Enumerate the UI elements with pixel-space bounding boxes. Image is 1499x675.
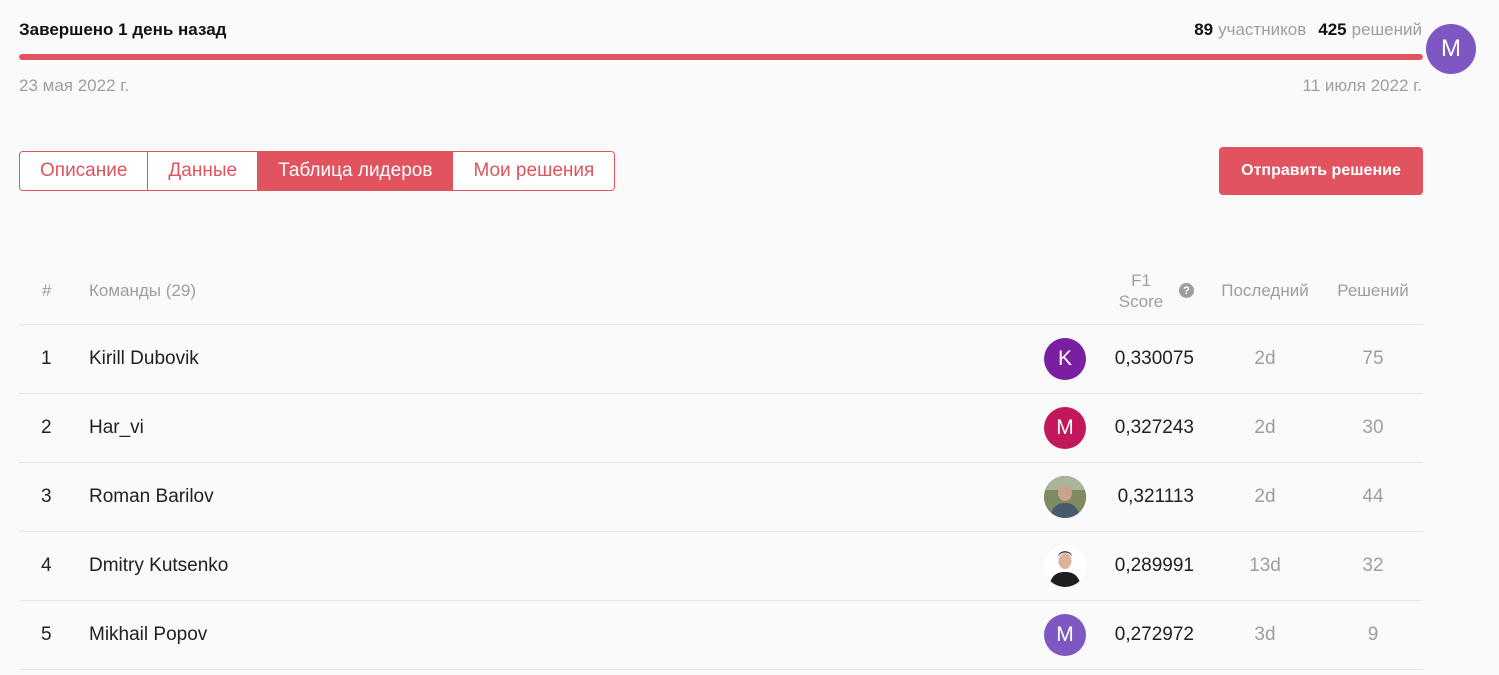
row-rank: 4 (41, 555, 52, 576)
row-avatar-cell: M (1044, 601, 1086, 669)
row-team-name[interactable]: Roman Barilov (89, 463, 214, 531)
photo-avatar-icon (1044, 545, 1086, 587)
row-score: 0,321113 (1117, 486, 1194, 507)
row-rank: 3 (41, 486, 52, 507)
row-score: 0,272972 (1114, 624, 1194, 645)
row-team-name[interactable]: Kirill Dubovik (89, 325, 199, 393)
row-score: 0,289991 (1114, 555, 1194, 576)
row-avatar-cell: M (1044, 394, 1086, 462)
row-score: 0,330075 (1114, 348, 1194, 369)
leaderboard-rows: 1 Kirill Dubovik K 0,330075 2d 75 2 Har_… (19, 325, 1423, 670)
avatar[interactable] (1044, 476, 1086, 518)
column-submissions[interactable]: Решений (1323, 258, 1423, 324)
row-submissions: 32 (1362, 555, 1384, 576)
leaderboard-header: # Команды (29) F1 Score ? Последний Реше… (19, 258, 1423, 325)
column-last[interactable]: Последний (1215, 258, 1315, 324)
column-score-line1: F1 (1131, 271, 1151, 290)
table-row[interactable]: 3 Roman Barilov 0,321113 2d 44 (19, 463, 1423, 532)
question-circle-icon[interactable]: ? (1179, 283, 1194, 298)
row-team-name[interactable]: Har_vi (89, 394, 144, 462)
solutions-label: решений (1351, 20, 1422, 39)
leaderboard-table: # Команды (29) F1 Score ? Последний Реше… (19, 258, 1423, 670)
row-rank: 1 (41, 348, 52, 369)
competition-page: Завершено 1 день назад 89 участников 425 р… (0, 0, 1499, 675)
column-score-line2: Score (1118, 292, 1164, 311)
participants-count: 89 (1194, 20, 1214, 39)
row-score: 0,327243 (1114, 417, 1194, 438)
row-last: 2d (1254, 417, 1276, 438)
table-row[interactable]: 4 Dmitry Kutsenko 0,289991 13d 32 (19, 532, 1423, 601)
tab-data[interactable]: Данные (148, 152, 259, 190)
row-avatar-cell: K (1044, 325, 1086, 393)
user-avatar[interactable]: M (1426, 24, 1476, 74)
competition-status: Завершено 1 день назад (19, 20, 227, 39)
end-date: 11 июля 2022 г. (1302, 76, 1422, 95)
timeline-progress-fill (19, 54, 1423, 60)
submit-solution-button[interactable]: Отправить решение (1219, 147, 1423, 195)
start-date: 23 мая 2022 г. (19, 76, 130, 95)
participants-stat: 89 участников (1194, 20, 1306, 40)
competition-tabs: Описание Данные Таблица лидеров Мои реше… (19, 151, 616, 191)
tab-description[interactable]: Описание (20, 152, 149, 190)
column-rank: # (42, 281, 52, 300)
row-last: 3d (1254, 624, 1276, 645)
row-rank: 5 (41, 624, 52, 645)
row-avatar-cell (1044, 532, 1086, 600)
solutions-count: 425 (1318, 20, 1347, 39)
row-submissions: 9 (1367, 624, 1379, 645)
avatar[interactable] (1044, 545, 1086, 587)
row-team-name[interactable]: Mikhail Popov (89, 601, 207, 669)
row-last: 2d (1254, 486, 1276, 507)
tab-leaderboard[interactable]: Таблица лидеров (258, 152, 454, 190)
column-score[interactable]: F1 Score (1111, 258, 1171, 324)
column-teams[interactable]: Команды (29) (89, 258, 196, 324)
row-avatar-cell (1044, 463, 1086, 531)
solutions-stat: 425 решений (1318, 20, 1422, 40)
avatar[interactable]: K (1044, 338, 1086, 380)
participants-label: участников (1218, 20, 1307, 39)
row-last: 2d (1254, 348, 1276, 369)
tab-my-solutions[interactable]: Мои решения (453, 152, 615, 190)
row-submissions: 44 (1362, 486, 1384, 507)
timeline-progress-bar (19, 54, 1423, 60)
competition-stats: 89 участников 425 решений (1194, 20, 1422, 40)
table-row[interactable]: 2 Har_vi M 0,327243 2d 30 (19, 394, 1423, 463)
table-row[interactable]: 1 Kirill Dubovik K 0,330075 2d 75 (19, 325, 1423, 394)
avatar[interactable]: M (1044, 614, 1086, 656)
row-rank: 2 (41, 417, 52, 438)
row-last: 13d (1249, 555, 1281, 576)
photo-avatar-icon (1044, 476, 1086, 518)
avatar[interactable]: M (1044, 407, 1086, 449)
row-team-name[interactable]: Dmitry Kutsenko (89, 532, 228, 600)
row-submissions: 75 (1362, 348, 1384, 369)
row-submissions: 30 (1362, 417, 1384, 438)
table-row[interactable]: 5 Mikhail Popov M 0,272972 3d 9 (19, 601, 1423, 670)
